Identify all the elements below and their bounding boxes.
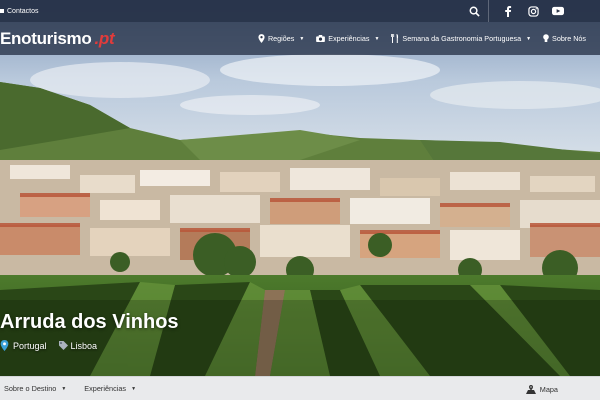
section-nav-sobre-destino[interactable]: Sobre o Destino ▼: [4, 384, 66, 393]
nav-label-regioes: Regiões: [267, 34, 295, 43]
location-pin-icon: [0, 340, 9, 351]
tag-icon: [58, 341, 68, 350]
nav-item-experiencias[interactable]: Experiências ▼: [316, 34, 379, 43]
chevron-down-icon: ▼: [61, 385, 67, 392]
section-nav-bar: Sobre o Destino ▼ Experiências ▼ Mapa: [0, 376, 600, 400]
camera-icon: [316, 35, 326, 42]
section-nav-label: Experiências: [84, 384, 127, 393]
chevron-down-icon: ▼: [299, 35, 305, 42]
nav-item-sobre-nos[interactable]: Sobre Nós: [543, 34, 586, 43]
cutlery-icon: [391, 34, 399, 43]
lightbulb-icon: [543, 34, 549, 43]
page-title: Arruda dos Vinhos: [0, 311, 179, 333]
location-line: Portugal Lisboa: [0, 340, 97, 351]
map-label: Mapa: [539, 384, 558, 394]
youtube-icon[interactable]: [552, 5, 564, 17]
main-navbar: Enoturismo .pt Regiões ▼ Experiências ▼ S…: [0, 22, 600, 55]
contacts-label: Contactos: [7, 7, 39, 15]
map-icon: [525, 384, 536, 394]
instagram-icon[interactable]: [527, 5, 539, 17]
map-pin-icon: [258, 34, 265, 43]
location-region[interactable]: Lisboa: [71, 341, 98, 351]
envelope-icon: [0, 9, 4, 13]
top-utility-bar: Contactos: [0, 0, 600, 22]
main-nav: Regiões ▼ Experiências ▼ Semana da Gastr…: [258, 22, 586, 55]
location-country[interactable]: Portugal: [13, 341, 47, 351]
chevron-down-icon: ▼: [374, 35, 380, 42]
nav-label-sobre-nos: Sobre Nós: [552, 34, 586, 43]
location-region-wrap: Lisboa: [58, 341, 98, 351]
nav-item-regioes[interactable]: Regiões ▼: [258, 34, 304, 43]
top-icons: [455, 0, 564, 22]
contacts-link[interactable]: Contactos: [0, 8, 39, 15]
map-link[interactable]: Mapa: [525, 377, 558, 400]
facebook-icon[interactable]: [502, 5, 514, 17]
search-icon[interactable]: [468, 5, 480, 17]
nav-label-experiencias: Experiências: [328, 34, 370, 43]
section-nav-experiencias[interactable]: Experiências ▼: [84, 384, 136, 393]
chevron-down-icon: ▼: [526, 35, 532, 42]
logo-suffix: .pt: [94, 29, 115, 48]
section-nav-label: Sobre o Destino: [4, 384, 57, 393]
divider: [488, 0, 489, 22]
logo-text: Enoturismo: [0, 29, 92, 48]
chevron-down-icon: ▼: [131, 385, 137, 392]
site-logo[interactable]: Enoturismo .pt: [0, 29, 115, 49]
nav-item-gastronomia[interactable]: Semana da Gastronomia Portuguesa ▼: [391, 34, 531, 43]
nav-label-gastronomia: Semana da Gastronomia Portuguesa: [402, 34, 522, 43]
